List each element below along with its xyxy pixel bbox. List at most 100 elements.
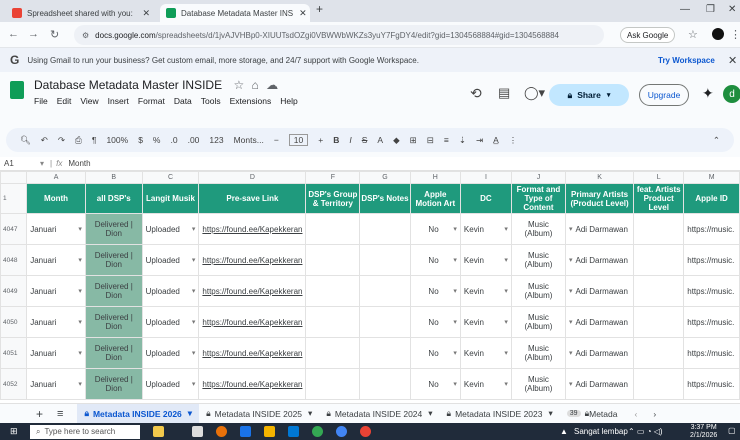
- number-format-button[interactable]: 123: [209, 135, 223, 145]
- select-all-corner[interactable]: [0, 171, 28, 184]
- sheet-tab-2026[interactable]: 🔒︎ Metadata INSIDE 2026 ▾: [77, 404, 200, 423]
- cell-format[interactable]: Music (Album): [510, 275, 566, 307]
- all-sheets-icon[interactable]: ≡: [57, 408, 63, 420]
- header-cell-all-dsps[interactable]: all DSP's: [84, 183, 143, 214]
- dropdown-icon[interactable]: ▾: [504, 256, 508, 264]
- row-header[interactable]: 4050: [0, 306, 28, 338]
- menu-tools[interactable]: Tools: [201, 96, 221, 106]
- dropdown-icon[interactable]: ▾: [569, 256, 573, 264]
- dropdown-icon[interactable]: ▾: [78, 256, 82, 264]
- more-options-icon[interactable]: ⋮: [509, 135, 518, 146]
- font-select[interactable]: Monts...: [234, 135, 264, 145]
- cell-langit-musik[interactable]: Uploaded ▾: [141, 275, 200, 307]
- cell-month[interactable]: Januari ▾: [26, 213, 86, 245]
- dropdown-icon[interactable]: ▾: [192, 256, 196, 264]
- dropdown-icon[interactable]: ▾: [569, 349, 573, 357]
- cell-primary-artists[interactable]: ▾ Adi Darmawan: [564, 244, 635, 276]
- cell-all-dsps[interactable]: Delivered | Dion: [84, 275, 143, 307]
- weather-text[interactable]: Sangat lembap: [574, 427, 628, 436]
- dropdown-icon[interactable]: ▾: [569, 380, 573, 388]
- widgets-icon[interactable]: [153, 426, 164, 437]
- formula-input[interactable]: Month: [68, 159, 90, 168]
- cell-langit-musik[interactable]: Uploaded ▾: [141, 306, 200, 338]
- cell-langit-musik[interactable]: Uploaded ▾: [141, 337, 200, 369]
- cell-dsp-group[interactable]: [305, 213, 361, 245]
- cell-all-dsps[interactable]: Delivered | Dion: [84, 306, 143, 338]
- strikethrough-icon[interactable]: S: [362, 135, 368, 145]
- col-header-g[interactable]: G: [359, 171, 411, 184]
- row-header[interactable]: 4048: [0, 244, 28, 276]
- cell-feat-artists[interactable]: [633, 368, 685, 400]
- back-icon[interactable]: ←: [8, 28, 19, 40]
- fill-color-icon[interactable]: ◆: [393, 135, 400, 146]
- cell-feat-artists[interactable]: [633, 244, 685, 276]
- cell-apple-id[interactable]: https://music.: [683, 368, 740, 400]
- dropdown-icon[interactable]: ▾: [453, 287, 457, 295]
- ask-google-button[interactable]: Ask Google: [620, 27, 676, 43]
- cell-month[interactable]: Januari ▾: [26, 306, 86, 338]
- cell-presave-link[interactable]: https://found.ee/Kapekkeran: [198, 337, 307, 369]
- mail-icon[interactable]: [288, 426, 299, 437]
- menu-insert[interactable]: Insert: [108, 96, 129, 106]
- header-cell-dsp-notes[interactable]: DSP's Notes: [359, 183, 411, 214]
- cell-dsp-notes[interactable]: [359, 213, 411, 245]
- cell-presave-link[interactable]: https://found.ee/Kapekkeran: [198, 275, 307, 307]
- upgrade-button[interactable]: Upgrade: [639, 84, 689, 106]
- text-color-icon[interactable]: A: [377, 135, 383, 145]
- merge-cells-icon[interactable]: ⊟: [427, 135, 434, 146]
- url-bar[interactable]: ⚙ docs.google.com/spreadsheets/d/1jvAJVH…: [74, 25, 604, 45]
- cell-all-dsps[interactable]: Delivered | Dion: [84, 368, 143, 400]
- add-sheet-icon[interactable]: +: [36, 407, 43, 421]
- percent-format-button[interactable]: %: [153, 135, 161, 145]
- vertical-align-icon[interactable]: ⇣: [459, 135, 466, 146]
- cell-feat-artists[interactable]: [633, 275, 685, 307]
- cell-dsp-notes[interactable]: [359, 275, 411, 307]
- sheet-tab-2023[interactable]: 🔒︎ Metadata INSIDE 2023 ▾: [440, 404, 560, 423]
- borders-icon[interactable]: ⊞: [410, 135, 417, 146]
- dropdown-icon[interactable]: ▾: [78, 318, 82, 326]
- cell-format[interactable]: Music (Album): [510, 337, 566, 369]
- header-cell-dsp-group[interactable]: DSP's Group & Territory: [305, 183, 361, 214]
- sheet-tab-2024[interactable]: 🔒︎ Metadata INSIDE 2024 ▾: [319, 404, 439, 423]
- cell-feat-artists[interactable]: [633, 213, 685, 245]
- cell-dc[interactable]: Kevin ▾: [459, 306, 512, 338]
- clock[interactable]: 3:37 PM 2/1/2026: [690, 424, 717, 440]
- col-header-l[interactable]: L: [633, 171, 685, 184]
- collapse-toolbar-icon[interactable]: ⌃: [713, 135, 720, 146]
- cell-dc[interactable]: Kevin ▾: [459, 275, 512, 307]
- cell-dc[interactable]: Kevin ▾: [459, 337, 512, 369]
- header-cell-apple-motion[interactable]: Apple Motion Art: [409, 183, 461, 214]
- cell-all-dsps[interactable]: Delivered | Dion: [84, 213, 143, 245]
- menu-data[interactable]: Data: [174, 96, 192, 106]
- cell-month[interactable]: Januari ▾: [26, 368, 86, 400]
- row-header[interactable]: 4051: [0, 337, 28, 369]
- close-tab-icon[interactable]: ✕: [136, 8, 150, 19]
- cell-feat-artists[interactable]: [633, 337, 685, 369]
- text-wrap-icon[interactable]: ⇥: [476, 135, 483, 146]
- browser-menu-icon[interactable]: ⋮: [730, 28, 740, 41]
- font-size-input[interactable]: 10: [288, 134, 309, 146]
- col-header-c[interactable]: C: [141, 171, 200, 184]
- sheet-tab-2025[interactable]: 🔒︎ Metadata INSIDE 2025 ▾: [199, 404, 319, 423]
- meet-icon[interactable]: ◯▾: [524, 85, 545, 101]
- close-tab-icon[interactable]: ✕: [293, 8, 307, 19]
- dropdown-icon[interactable]: ▾: [569, 318, 573, 326]
- currency-format-button[interactable]: $: [138, 135, 143, 145]
- header-cell-primary-artists[interactable]: Primary Artists (Product Level): [564, 183, 635, 214]
- header-cell-format[interactable]: Format and Type of Content: [510, 183, 566, 214]
- cell-dsp-group[interactable]: [305, 306, 361, 338]
- dropdown-icon[interactable]: ▾: [569, 287, 573, 295]
- try-workspace-link[interactable]: Try Workspace: [658, 56, 715, 65]
- bold-icon[interactable]: B: [333, 135, 339, 145]
- forward-icon[interactable]: →: [28, 28, 39, 40]
- cell-dsp-notes[interactable]: [359, 337, 411, 369]
- app-icon[interactable]: [360, 426, 371, 437]
- dropdown-icon[interactable]: ▾: [453, 318, 457, 326]
- file-explorer-icon[interactable]: [264, 426, 275, 437]
- cell-presave-link[interactable]: https://found.ee/Kapekkeran: [198, 306, 307, 338]
- dropdown-icon[interactable]: ▾: [192, 349, 196, 357]
- dropdown-icon[interactable]: ▾: [504, 318, 508, 326]
- dropdown-icon[interactable]: ▾: [78, 380, 82, 388]
- cell-dsp-notes[interactable]: [359, 244, 411, 276]
- dropdown-icon[interactable]: ▾: [504, 349, 508, 357]
